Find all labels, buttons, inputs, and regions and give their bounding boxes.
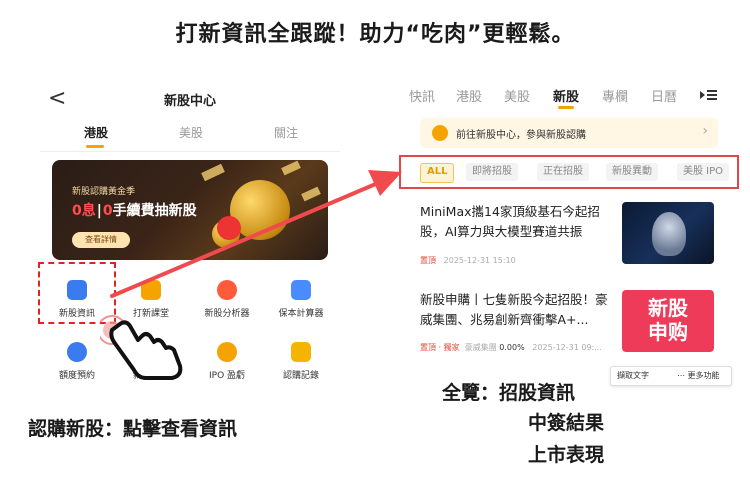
news-thumbnail[interactable]: 新股 申购 [622, 290, 714, 352]
tap-hand-icon [100, 315, 183, 380]
news-time: 2025-12-31 15:10 [443, 256, 516, 265]
news-source: 置頂 [420, 256, 436, 265]
tab-column[interactable]: 專欄 [602, 86, 628, 105]
chevron-right-icon: › [702, 123, 708, 139]
news-title[interactable]: 新股申購丨七隻新股今起招股！豪威集團、兆易創新齊衝擊A+... [420, 290, 616, 330]
target-icon [432, 125, 448, 141]
context-popup: 擷取文字 ⋯ 更多功能 [610, 366, 732, 386]
menu-icon[interactable] [700, 88, 718, 102]
tab-flash[interactable]: 快訊 [409, 86, 435, 105]
thumb-text: 申购 [648, 320, 688, 344]
robot-image [652, 212, 686, 256]
left-caption: 認購新股：點擊查看資訊 [28, 418, 238, 440]
filter-upcoming[interactable]: 即將招股 [466, 163, 518, 181]
news-change: 0.00% [499, 343, 525, 352]
more-functions-button[interactable]: ⋯ 更多功能 [677, 370, 720, 381]
tab-us[interactable]: 美股 [504, 86, 530, 105]
popup-label: 更多功能 [687, 371, 720, 380]
news-stock: 豪威集團 [464, 343, 497, 352]
filter-movers[interactable]: 新股異動 [606, 163, 658, 181]
right-caption-line: 全覽：招股資訊 [442, 382, 576, 404]
news-time: 2025-12-31 09:... [532, 343, 602, 352]
news-thumbnail[interactable] [622, 202, 714, 264]
thumb-text: 新股 [648, 296, 688, 320]
news-source: 置頂 · 獨家 [420, 343, 460, 352]
right-caption-line: 上市表現 [528, 444, 605, 466]
filter-us-ipo[interactable]: 美股 IPO [677, 163, 730, 181]
news-meta: 置頂 · 獨家 豪威集團 0.00% 2025-12-31 09:... [420, 342, 602, 353]
tab-hk[interactable]: 港股 [456, 86, 482, 105]
notice-text: 前往新股中心，參與新股認購 [456, 130, 586, 141]
news-title[interactable]: MiniMax攜14家頂級基石今起招股，AI算力與大模型賽道共振 [420, 202, 616, 242]
active-tab-indicator [558, 106, 574, 109]
tab-ipo[interactable]: 新股 [553, 86, 579, 105]
tab-calendar[interactable]: 日曆 [651, 86, 677, 105]
extract-text-button[interactable]: 擷取文字 [617, 370, 649, 381]
filter-all[interactable]: ALL [420, 163, 455, 183]
right-caption-line: 中簽結果 [528, 412, 605, 434]
news-meta: 置頂 2025-12-31 15:10 [420, 255, 516, 266]
popup-label: 擷取文字 [617, 371, 649, 380]
filter-subscribing[interactable]: 正在招股 [537, 163, 589, 181]
ipo-center-notice[interactable]: 前往新股中心，參與新股認購 › [420, 118, 718, 148]
